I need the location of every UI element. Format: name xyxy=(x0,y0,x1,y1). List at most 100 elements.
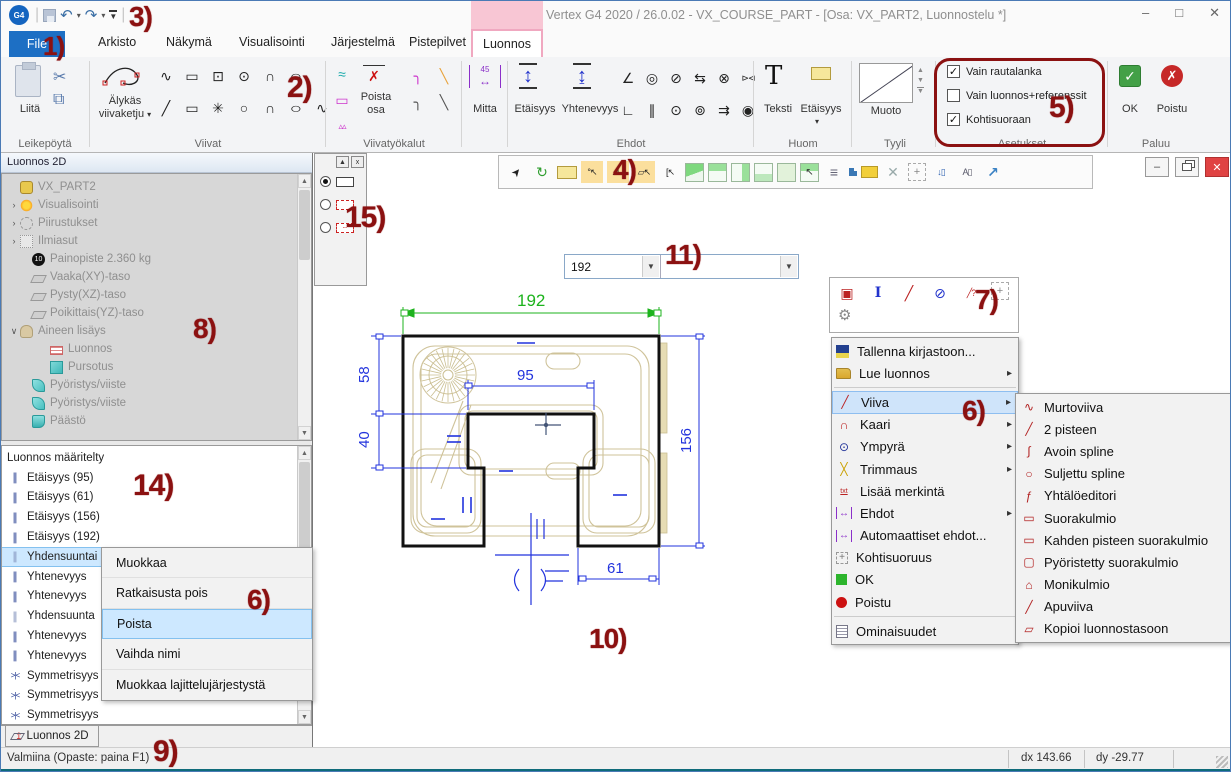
expander-icon[interactable]: › xyxy=(8,218,20,228)
undo-icon[interactable]: ↶ xyxy=(60,6,73,24)
submenu-item[interactable]: ∿Murtoviiva xyxy=(1016,396,1230,418)
poistu-label[interactable]: Poistu xyxy=(1149,103,1195,115)
tree-item[interactable]: Pursotus xyxy=(2,358,311,376)
teksti-icon[interactable]: T xyxy=(765,61,782,91)
menu-item[interactable]: ↔Ehdot▸ xyxy=(832,502,1018,524)
style-scroll-down-icon[interactable]: ▼ xyxy=(917,77,924,84)
dim-95[interactable]: 95 xyxy=(517,367,534,384)
fillet-corner-icon[interactable]: ╮ xyxy=(407,65,429,87)
expander-icon[interactable]: ∨ xyxy=(8,326,20,337)
ok-label[interactable]: OK xyxy=(1113,103,1147,115)
tree-item[interactable]: 10Painopiste 2.360 kg xyxy=(2,250,311,268)
rotate-view-icon[interactable]: ↻ xyxy=(531,161,553,183)
symmetry-line-constraint-icon[interactable]: ⊳⊲ xyxy=(737,67,759,89)
menu-item[interactable]: ↔Automaattiset ehdot... xyxy=(832,525,1018,547)
submenu-item[interactable]: ▭Suorakulmio xyxy=(1016,507,1230,529)
gear-icon[interactable]: ⚙ xyxy=(830,304,1018,324)
circle-tool-icon[interactable]: ○ xyxy=(233,97,255,119)
parallel-constraint-icon[interactable]: ∥ xyxy=(641,99,663,121)
mdi-restore-button[interactable] xyxy=(1175,157,1199,177)
grid-toggle-icon[interactable]: + xyxy=(908,163,926,181)
ellipse-center-tool-icon[interactable]: ○ xyxy=(280,65,313,87)
distance-probe-icon[interactable]: I xyxy=(867,282,889,304)
view-front-icon[interactable] xyxy=(708,163,727,182)
menu-item[interactable]: Vaihda nimi xyxy=(102,639,312,669)
mirror-icon[interactable]: ▵▵ xyxy=(331,115,353,137)
menu-item[interactable]: Poistu xyxy=(832,591,1018,613)
select-face-icon[interactable]: ↖ xyxy=(800,163,819,182)
constraint-item[interactable]: ∥Etäisyys (95) xyxy=(2,468,311,488)
scroll-down-icon[interactable]: ▼ xyxy=(298,426,311,440)
tree-scrollbar[interactable]: ▲ ▼ xyxy=(297,174,311,440)
show-part-icon[interactable] xyxy=(849,168,857,176)
mitta-label[interactable]: Mitta xyxy=(463,103,507,115)
diameter-constraint-icon[interactable]: ⊘ xyxy=(665,67,687,89)
maximize-button[interactable]: □ xyxy=(1175,5,1183,21)
dim-40[interactable]: 40 xyxy=(356,431,373,448)
tab-luonnos-active[interactable]: Luonnos xyxy=(471,29,543,57)
fit-view-icon[interactable]: ↗ xyxy=(982,161,1004,183)
tree-item[interactable]: Poikittais(YZ)-taso xyxy=(2,304,311,322)
tree-item[interactable]: ›Piirustukset xyxy=(2,214,311,232)
snap-line-icon[interactable]: ∕↖ xyxy=(607,161,629,183)
scroll-down-icon[interactable]: ▼ xyxy=(298,710,311,724)
diameter-probe-icon[interactable]: ⊘ xyxy=(929,282,951,304)
menu-item[interactable]: ╳Trimmaus▸ xyxy=(832,458,1018,480)
menu-item[interactable]: Lue luonnos▸ xyxy=(832,362,1018,384)
huom-etaisyys-dropdown-icon[interactable]: ▾ xyxy=(815,117,819,126)
tab-visualisointi[interactable]: Visualisointi xyxy=(239,35,305,49)
smart-polyline-icon[interactable] xyxy=(101,63,147,89)
tab-file[interactable]: File xyxy=(9,31,65,57)
dimension-value-input[interactable]: 192 xyxy=(565,260,591,274)
constraint-item[interactable]: ∥Etäisyys (61) xyxy=(2,488,311,508)
tree-item[interactable]: ∨Aineen lisäys xyxy=(2,322,311,340)
combo-dropdown-icon[interactable]: ▼ xyxy=(780,256,797,277)
spline-chain-icon[interactable]: ∿ xyxy=(155,65,177,87)
tree-item[interactable]: ›Ilmiasut xyxy=(2,232,311,250)
scrollbar-thumb[interactable] xyxy=(299,462,310,552)
tangent-constraint-icon[interactable]: ⇆ xyxy=(689,67,711,89)
arc-tool-icon[interactable]: ∩ xyxy=(259,97,281,119)
minimize-button[interactable]: – xyxy=(1142,5,1149,21)
panel-close-icon[interactable]: x xyxy=(351,156,364,168)
angle-constraint-icon[interactable]: ∠ xyxy=(617,67,639,89)
panel-collapse-icon[interactable]: ▲ xyxy=(336,156,349,168)
line-style-icon[interactable]: ≈ xyxy=(331,63,353,85)
resize-grip[interactable] xyxy=(1216,756,1228,768)
menu-item[interactable]: Ominaisuudet xyxy=(832,620,1018,642)
teksti-label[interactable]: Teksti xyxy=(757,103,799,115)
anti-tangent-constraint-icon[interactable]: ⊗ xyxy=(713,67,735,89)
tab-nakyma[interactable]: Näkymä xyxy=(166,35,212,49)
poista-osa-label[interactable]: Poista osa xyxy=(355,91,397,117)
save-icon[interactable] xyxy=(43,9,56,22)
tab-jarjestelma[interactable]: Järjestelmä xyxy=(331,35,395,49)
muoto-label[interactable]: Muoto xyxy=(859,105,913,117)
constraint-item[interactable]: ∥Etäisyys (156) xyxy=(2,507,311,527)
tree-item[interactable]: Pyöristys/viiste xyxy=(2,376,311,394)
poistu-button[interactable]: ✗ xyxy=(1161,65,1183,87)
submenu-item[interactable]: ▭Kahden pisteen suorakulmio xyxy=(1016,529,1230,551)
scroll-up-icon[interactable]: ▲ xyxy=(298,174,311,188)
radio-selected-icon[interactable] xyxy=(320,176,331,187)
menu-item[interactable]: ∩Kaari▸ xyxy=(832,414,1018,436)
dim-192[interactable]: 192 xyxy=(517,291,545,310)
style-more-icon[interactable]: ▼ xyxy=(917,87,924,95)
cut-icon[interactable]: ✂ xyxy=(53,67,66,87)
app-logo-icon[interactable]: G4 xyxy=(9,5,29,25)
rectangle-tool-icon[interactable]: ▭ xyxy=(181,65,203,87)
view-back-icon[interactable] xyxy=(754,163,773,182)
tree-item[interactable]: Vaaka(XY)-taso xyxy=(2,268,311,286)
radio-icon[interactable] xyxy=(320,199,331,210)
tab-pistepilvet[interactable]: Pistepilvet xyxy=(409,35,466,49)
submenu-item[interactable]: ▱Kopioi luonnostasoon xyxy=(1016,618,1230,640)
fillet-corner-2-icon[interactable]: ╮ xyxy=(407,91,429,113)
muoto-shape-button[interactable] xyxy=(859,63,913,103)
pin-icon[interactable]: ➤ xyxy=(501,157,532,188)
smart-polyline-label[interactable]: Älykäs viivaketju ▾ xyxy=(93,95,157,121)
undo-dropdown-icon[interactable]: ▾ xyxy=(77,11,81,20)
mdi-close-button[interactable]: ✕ xyxy=(1205,157,1229,177)
chamfer-corner-icon[interactable]: ╲ xyxy=(433,65,455,87)
offset-rect-icon[interactable]: ▭ xyxy=(331,89,353,111)
tree-item[interactable]: Pyöristys/viiste xyxy=(2,394,311,412)
poista-osa-icon[interactable]: ✗ xyxy=(363,65,385,87)
